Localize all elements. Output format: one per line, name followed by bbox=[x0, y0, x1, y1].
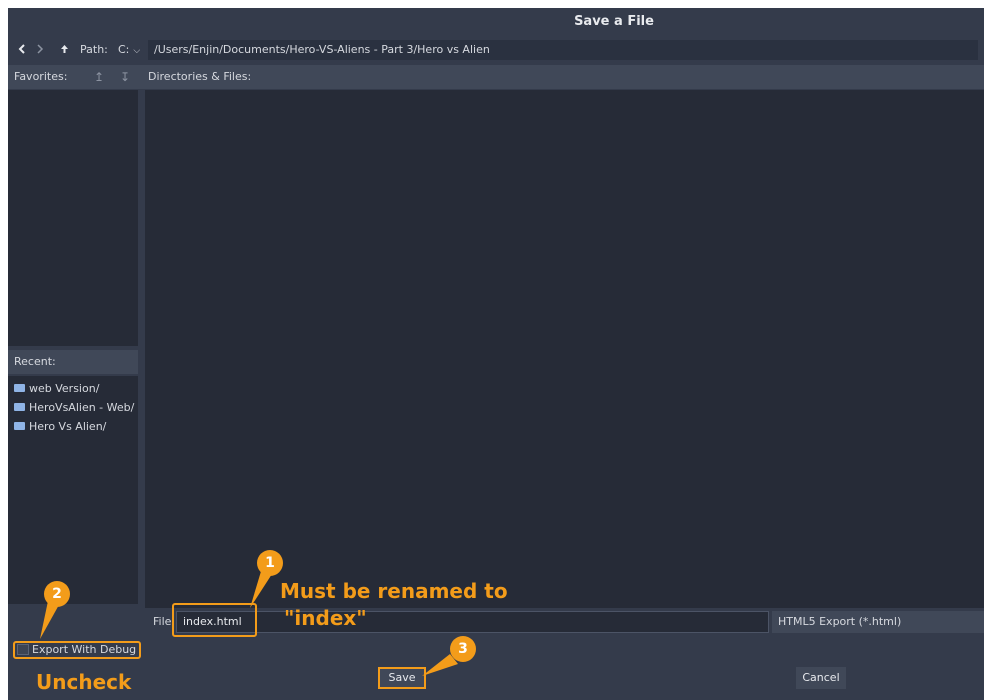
panel-header-row: Favorites: ↥ ↧ Directories & Files: bbox=[8, 65, 984, 89]
file-filter-select[interactable]: HTML5 Export (*.html) bbox=[772, 611, 984, 633]
recent-label: Recent: bbox=[14, 355, 56, 368]
rename-note-line2: "index" bbox=[284, 606, 367, 630]
drive-select[interactable]: C: ⌵ bbox=[118, 41, 140, 59]
dialog-title: Save a File bbox=[574, 14, 654, 29]
recent-item-label: HeroVsAlien - Web/ bbox=[29, 401, 135, 414]
cancel-button[interactable]: Cancel bbox=[796, 667, 846, 689]
arrow-up-icon[interactable]: ↥ bbox=[94, 65, 104, 89]
export-with-debug-checkbox[interactable]: Export With Debug bbox=[13, 641, 141, 659]
chevron-right-icon[interactable] bbox=[32, 37, 48, 63]
directories-files-label: Directories & Files: bbox=[148, 70, 252, 83]
drive-value: C: bbox=[118, 43, 130, 56]
filename-input[interactable]: index.html bbox=[176, 611, 769, 633]
recent-item[interactable]: Hero Vs Alien/ bbox=[14, 418, 138, 436]
checkbox-box bbox=[17, 643, 29, 655]
arrow-down-icon[interactable]: ↧ bbox=[120, 65, 130, 89]
callout-pointer-1 bbox=[250, 568, 272, 608]
save-file-dialog: Save a File Path: C: ⌵ /Users/Enjin/Docum… bbox=[8, 8, 984, 700]
favorites-label: Favorites: bbox=[14, 70, 68, 83]
export-with-debug-label: Export With Debug bbox=[32, 643, 137, 656]
recent-item-label: web Version/ bbox=[29, 382, 100, 395]
dialog-titlebar: Save a File bbox=[8, 8, 984, 36]
recent-header: Recent: bbox=[8, 350, 138, 374]
path-input[interactable]: /Users/Enjin/Documents/Hero-VS-Aliens - … bbox=[148, 40, 978, 60]
recent-list: web Version/ HeroVsAlien - Web/ Hero Vs … bbox=[8, 376, 138, 604]
recent-item-label: Hero Vs Alien/ bbox=[29, 420, 107, 433]
folder-icon bbox=[14, 403, 25, 411]
folder-icon bbox=[14, 422, 25, 430]
chevron-down-icon: ⌵ bbox=[133, 46, 141, 56]
folder-icon bbox=[14, 384, 25, 392]
save-button[interactable]: Save bbox=[378, 667, 426, 689]
rename-note-line1: Must be renamed to bbox=[280, 579, 508, 603]
files-list[interactable] bbox=[145, 90, 984, 608]
callout-pointer-2 bbox=[40, 601, 60, 639]
chevron-left-icon[interactable] bbox=[14, 37, 30, 63]
callout-pointer-3 bbox=[422, 654, 458, 676]
path-toolbar: Path: C: ⌵ /Users/Enjin/Documents/Hero-VS… bbox=[8, 37, 984, 63]
uncheck-note: Uncheck bbox=[36, 670, 132, 694]
arrow-up-icon[interactable] bbox=[56, 37, 72, 63]
recent-item[interactable]: HeroVsAlien - Web/ bbox=[14, 399, 138, 417]
path-label: Path: bbox=[80, 43, 108, 56]
favorites-list[interactable] bbox=[8, 90, 138, 346]
recent-item[interactable]: web Version/ bbox=[14, 380, 138, 398]
